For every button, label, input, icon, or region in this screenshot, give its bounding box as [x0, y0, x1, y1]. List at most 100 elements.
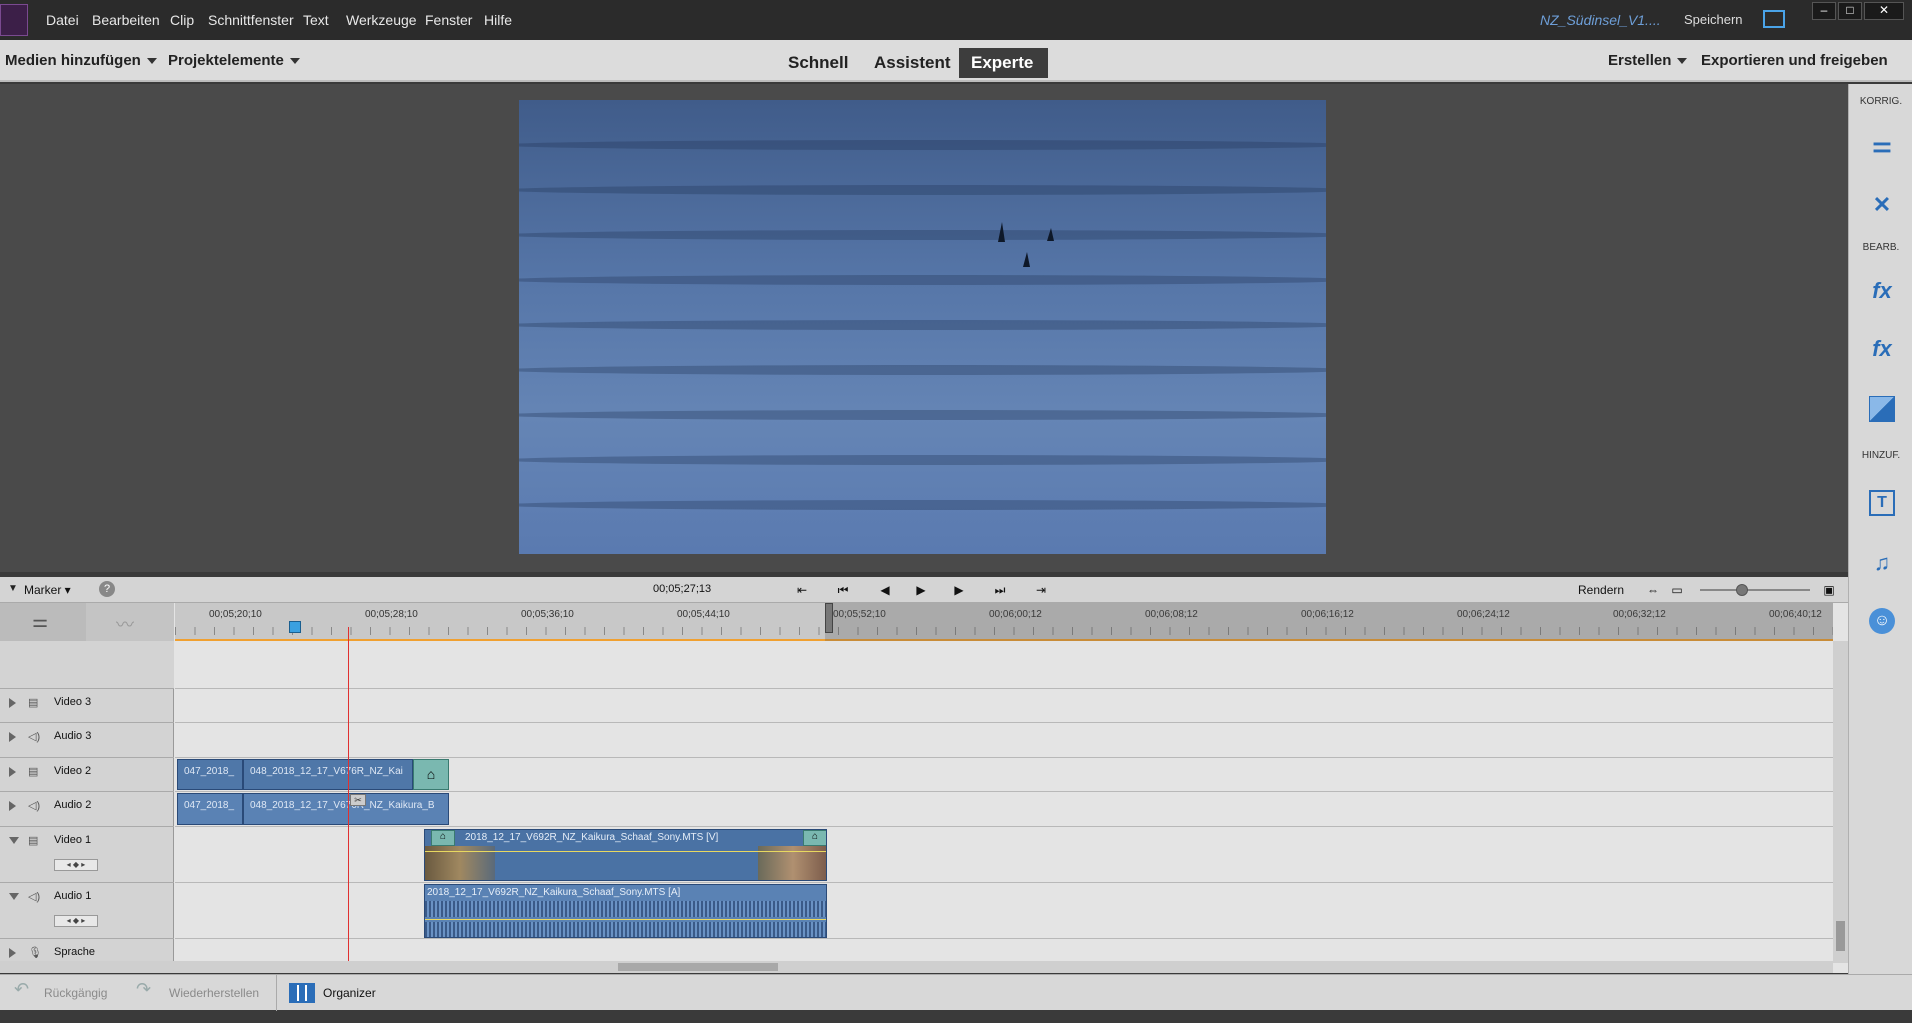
track-header-audio-1[interactable]: ◁) Audio 1 ◂ ◆ ▸	[0, 883, 174, 939]
music-icon[interactable]: ♫	[1869, 550, 1895, 576]
clip-audio-2-b[interactable]: 048_2018_12_17_V676R_NZ_Kaikura_B	[243, 793, 449, 825]
menu-werkzeuge[interactable]: Werkzeuge	[346, 12, 417, 28]
lane-video-2[interactable]: 047_2018_ 048_2018_12_17_V676R_NZ_Kai ⌂	[175, 758, 1833, 792]
track-header-audio-2[interactable]: ◁) Audio 2	[0, 792, 174, 827]
save-button[interactable]: Speichern	[1684, 12, 1743, 27]
menu-datei[interactable]: Datei	[46, 12, 79, 28]
step-forward-icon[interactable]: ▶	[950, 583, 968, 597]
add-media-button[interactable]: Medien hinzufügen	[5, 52, 157, 69]
lane-audio-2[interactable]: 047_2018_ 048_2018_12_17_V676R_NZ_Kaikur…	[175, 792, 1833, 827]
play-icon[interactable]: ▶	[912, 583, 930, 597]
menu-clip[interactable]: Clip	[170, 12, 194, 28]
playhead-line	[348, 627, 349, 973]
fullscreen-icon[interactable]	[1763, 10, 1785, 28]
lane-audio-3[interactable]	[175, 723, 1833, 758]
right-tool-panel: KORRIG. ⚌ ✕ BEARB. fx fx HINZUF. T ♫ ☺	[1848, 84, 1912, 976]
zoom-in-icon[interactable]: ▣	[1820, 583, 1838, 597]
expand-icon[interactable]	[9, 767, 16, 777]
video-preview[interactable]	[519, 100, 1326, 554]
lane-video-3[interactable]	[175, 689, 1833, 723]
keyframe-nav-icon[interactable]: ◂ ◆ ▸	[54, 859, 98, 871]
expand-icon[interactable]	[9, 948, 16, 958]
playhead-handle-icon[interactable]	[289, 621, 301, 633]
chevron-down-icon	[289, 58, 300, 65]
export-button[interactable]: Exportieren und freigeben	[1701, 52, 1888, 69]
graphics-icon[interactable]: ☺	[1869, 608, 1895, 634]
zoom-slider[interactable]	[1700, 589, 1810, 591]
menu-schnittfenster[interactable]: Schnittfenster	[208, 12, 294, 28]
menu-text[interactable]: Text	[303, 12, 329, 28]
audio-waveform-icon[interactable]: 〰	[86, 603, 174, 641]
film-icon: ▤	[28, 766, 39, 778]
close-icon[interactable]: ✕	[1864, 2, 1904, 20]
time-ruler[interactable]: 00;05;20;10 00;05;28;10 00;05;36;10 00;0…	[175, 603, 1833, 641]
zoom-out-icon[interactable]: ▭	[1668, 583, 1686, 597]
timecode-display[interactable]: 00;05;27;13	[653, 583, 711, 595]
go-to-end-icon[interactable]: ⇥	[1032, 583, 1050, 597]
collapse-icon[interactable]	[9, 893, 19, 900]
expand-icon[interactable]	[9, 732, 16, 742]
clip-audio-1[interactable]: 2018_12_17_V692R_NZ_Kaikura_Schaaf_Sony.…	[424, 884, 827, 938]
minimize-icon[interactable]: –	[1812, 2, 1836, 20]
track-header-video-3[interactable]: ▤ Video 3	[0, 689, 174, 723]
zoom-slider-thumb[interactable]	[1736, 584, 1748, 596]
organizer-button[interactable]: Organizer	[323, 986, 376, 1000]
transition-icon[interactable]	[1869, 396, 1895, 422]
go-to-start-icon[interactable]: ⇤	[793, 583, 811, 597]
track-header-video-2[interactable]: ▤ Video 2	[0, 758, 174, 792]
tab-experte[interactable]: Experte	[959, 48, 1048, 78]
collapse-icon[interactable]	[9, 837, 19, 844]
maximize-icon[interactable]: □	[1838, 2, 1862, 20]
transition-tag-icon[interactable]: ⌂	[803, 830, 826, 846]
adjust-icon[interactable]: ⚌	[1869, 132, 1895, 158]
menu-bearbeiten[interactable]: Bearbeiten	[92, 12, 160, 28]
fin-shape	[998, 222, 1005, 242]
track-header-audio-3[interactable]: ◁) Audio 3	[0, 723, 174, 758]
fx-icon[interactable]: fx	[1869, 336, 1895, 362]
lane-audio-1[interactable]: 2018_12_17_V692R_NZ_Kaikura_Schaaf_Sony.…	[175, 883, 1833, 939]
clip-video-2-b[interactable]: 048_2018_12_17_V676R_NZ_Kai	[243, 759, 413, 790]
fx-edit-icon[interactable]: fx	[1869, 278, 1895, 304]
horizontal-scrollbar[interactable]	[0, 961, 1833, 973]
expand-icon[interactable]	[9, 698, 16, 708]
work-area-end-handle[interactable]	[825, 603, 833, 633]
project-assets-button[interactable]: Projektelemente	[168, 52, 300, 69]
undo-button[interactable]: Rückgängig	[44, 986, 107, 1000]
clip-video-1[interactable]: ⌂ ⌂ 2018_12_17_V692R_NZ_Kaikura_Schaaf_S…	[424, 829, 827, 881]
mode-bar: Medien hinzufügen Projektelemente Schnel…	[0, 40, 1912, 82]
render-button[interactable]: Rendern	[1578, 583, 1624, 597]
transition-tag-icon[interactable]: ⌂	[413, 759, 449, 790]
tab-schnell[interactable]: Schnell	[776, 48, 860, 78]
organizer-icon[interactable]	[289, 983, 315, 1003]
redo-icon[interactable]: ↷	[136, 979, 151, 1000]
fit-icon[interactable]: ⇔	[1644, 583, 1662, 597]
track-label: Video 2	[54, 765, 92, 777]
horizontal-scrollbar-thumb[interactable]	[618, 963, 778, 971]
tools-icon[interactable]: ✕	[1869, 192, 1895, 218]
redo-button[interactable]: Wiederherstellen	[169, 986, 259, 1000]
track-label: Video 1	[54, 834, 92, 846]
clip-audio-2-a[interactable]: 047_2018_	[177, 793, 243, 825]
step-back-icon[interactable]: ◀	[876, 583, 894, 597]
menu-hilfe[interactable]: Hilfe	[484, 12, 512, 28]
tracks-toggle-icon[interactable]: ⚌	[0, 603, 86, 641]
help-button[interactable]: ?	[99, 581, 115, 597]
next-edit-icon[interactable]: ⏭	[991, 583, 1009, 597]
create-button[interactable]: Erstellen	[1608, 52, 1688, 69]
vertical-scrollbar[interactable]	[1833, 641, 1848, 963]
undo-icon[interactable]: ↶	[14, 979, 29, 1000]
previous-edit-icon[interactable]: ⏮	[834, 583, 852, 597]
tab-assistent[interactable]: Assistent	[862, 48, 963, 78]
marker-dropdown[interactable]: Marker ▾	[24, 583, 71, 597]
clip-video-2-a[interactable]: 047_2018_	[177, 759, 243, 790]
waveform-left	[425, 901, 826, 917]
lane-video-1[interactable]: ⌂ ⌂ 2018_12_17_V692R_NZ_Kaikura_Schaaf_S…	[175, 827, 1833, 883]
title-icon[interactable]: T	[1869, 490, 1895, 516]
vertical-scrollbar-thumb[interactable]	[1836, 921, 1845, 951]
expand-icon[interactable]	[9, 801, 16, 811]
track-header-video-1[interactable]: ▤ Video 1 ◂ ◆ ▸	[0, 827, 174, 883]
project-assets-label: Projektelemente	[168, 52, 284, 69]
keyframe-nav-icon[interactable]: ◂ ◆ ▸	[54, 915, 98, 927]
transition-tag-icon[interactable]: ⌂	[431, 830, 455, 846]
menu-fenster[interactable]: Fenster	[425, 12, 472, 28]
